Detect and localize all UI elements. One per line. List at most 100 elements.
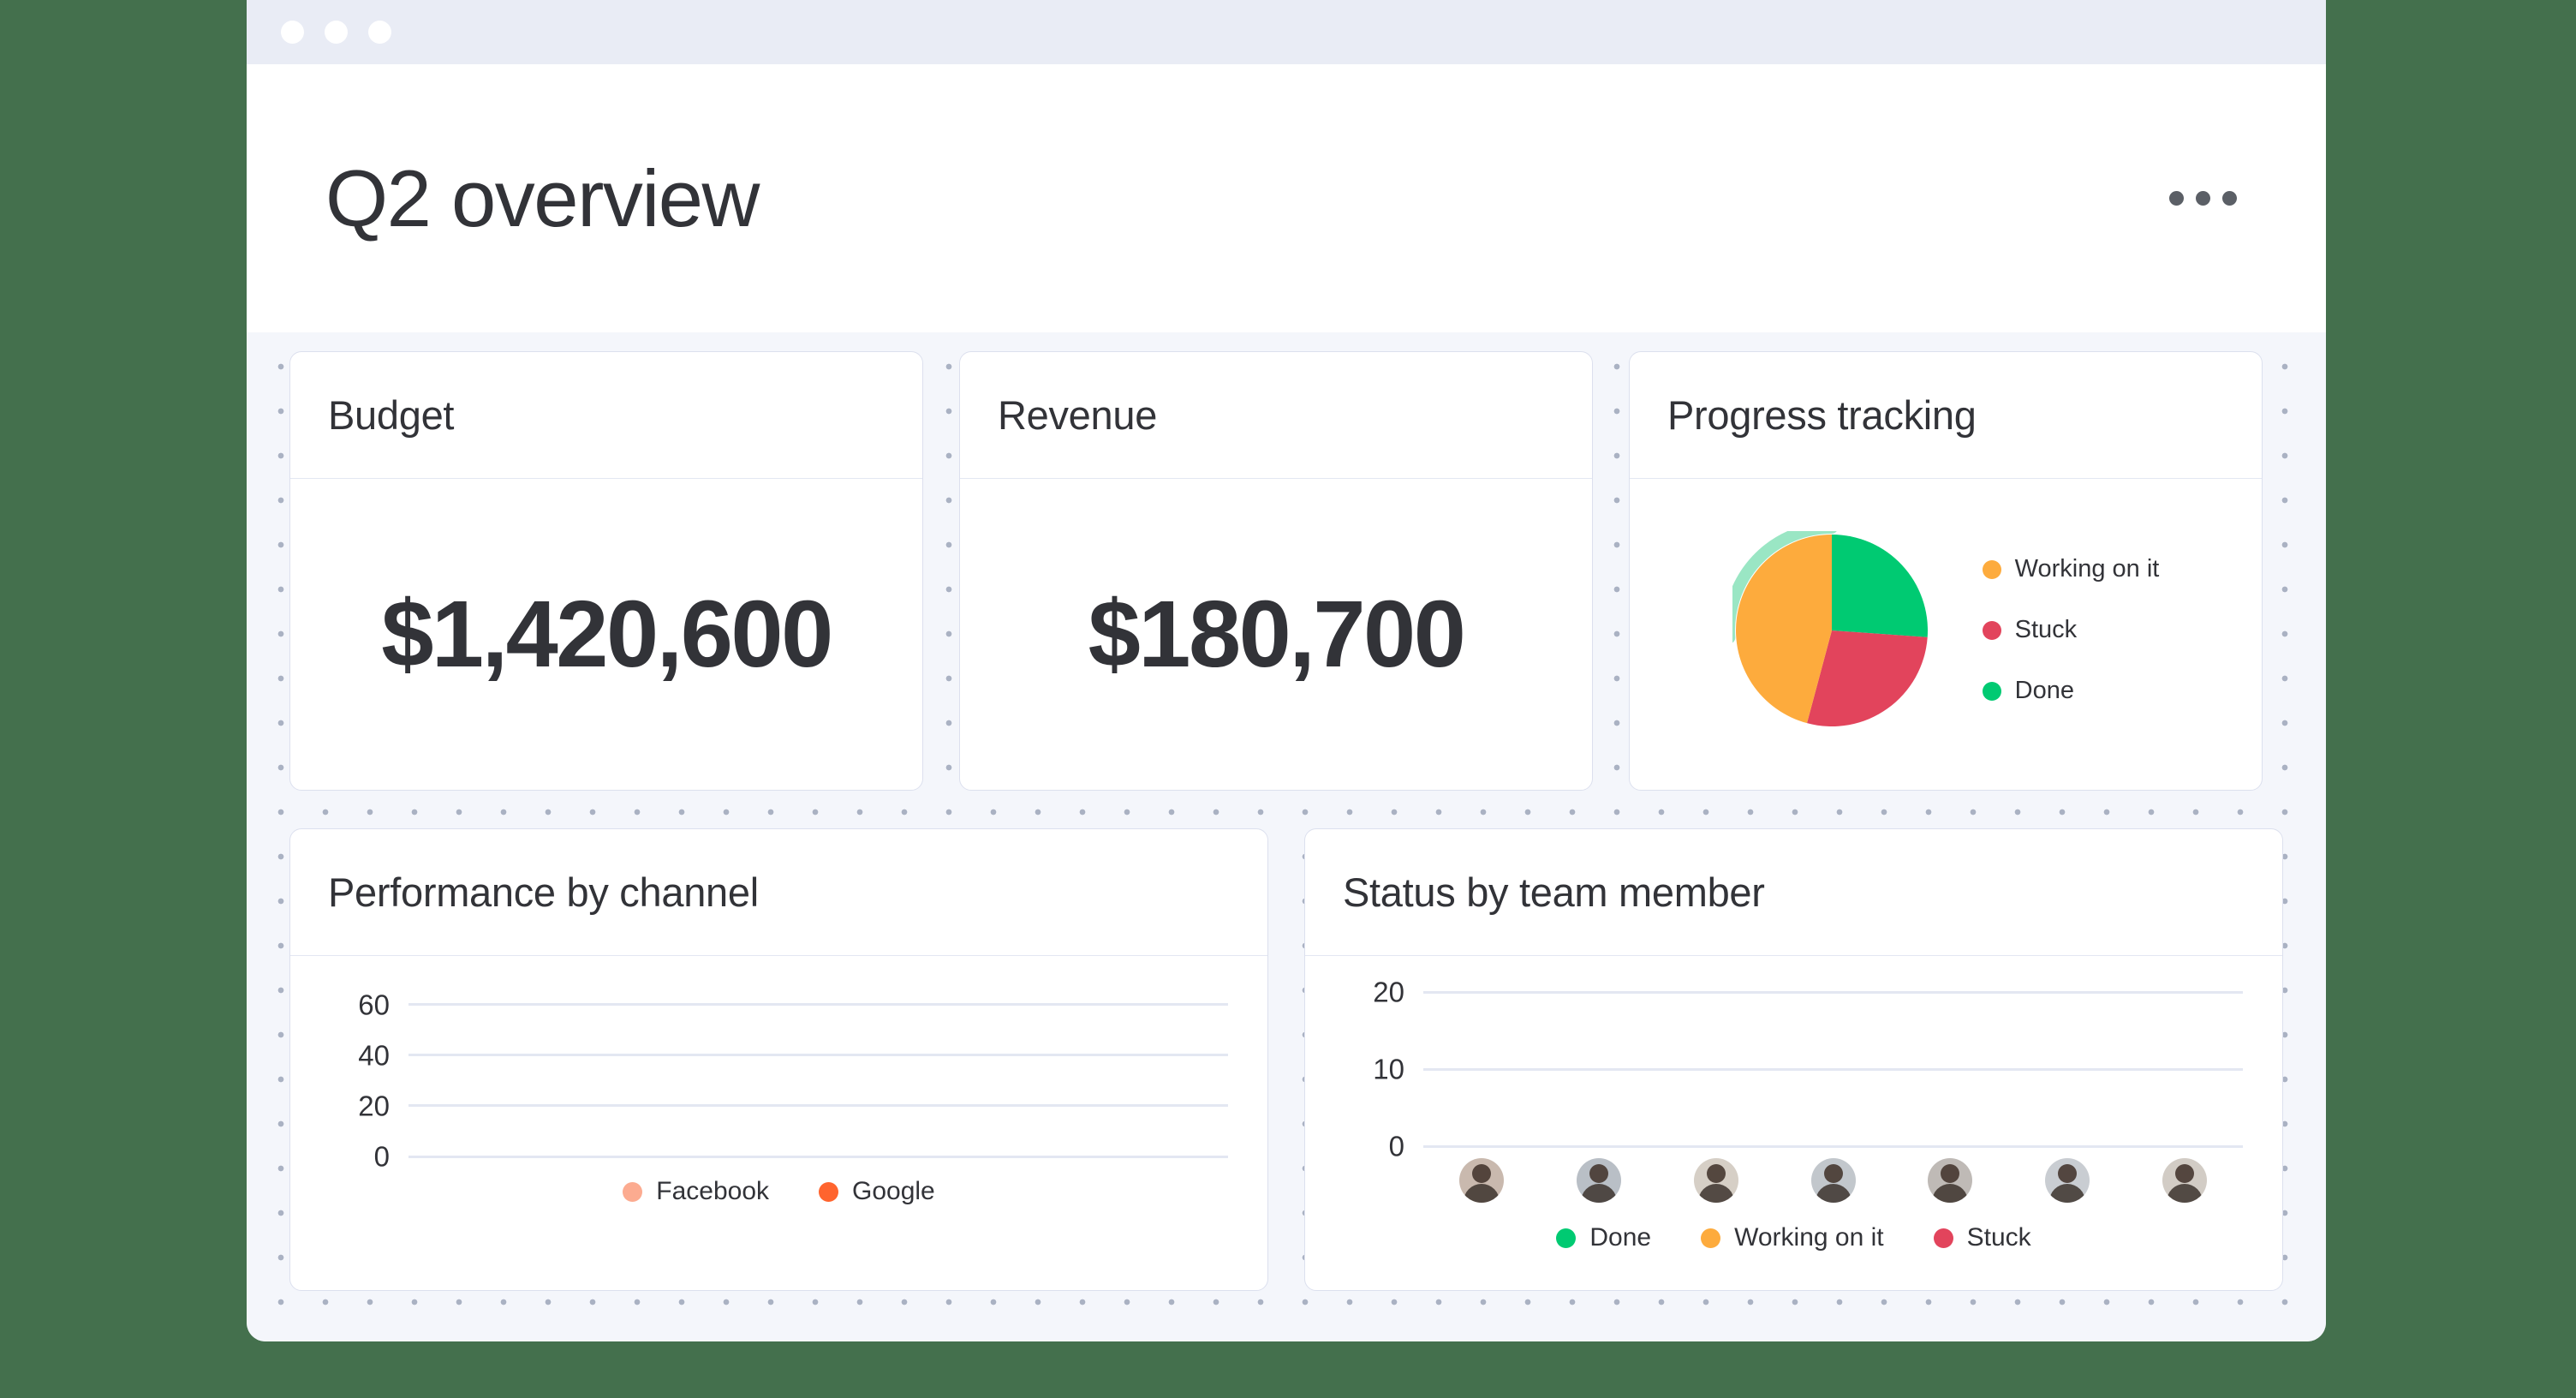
bar-slot <box>1657 992 1774 1146</box>
widget-budget-header: Budget <box>290 352 922 479</box>
y-tick-label: 20 <box>358 1091 390 1120</box>
legend-swatch-done <box>1983 682 2001 701</box>
performance-bars <box>408 992 1228 1156</box>
widget-status-by-team-member[interactable]: Status by team member 01020 <box>1304 828 2283 1291</box>
widget-row-bottom: Performance by channel 0 20 40 60 Facebook <box>289 828 2283 1291</box>
kebab-dot <box>2222 191 2237 206</box>
avatar-slot <box>1774 1158 1892 1203</box>
y-tick-label: 0 <box>1389 1132 1404 1161</box>
bar-slot <box>2009 992 2126 1146</box>
legend-item-working-on-it[interactable]: Working on it <box>1701 1223 1884 1252</box>
avatar[interactable] <box>1694 1158 1738 1203</box>
status-plot: 01020 <box>1345 992 2243 1146</box>
bar-slot <box>1541 992 1658 1146</box>
widget-row-top: Budget $1,420,600 Revenue $180,700 Progr… <box>289 351 2283 791</box>
widget-revenue[interactable]: Revenue $180,700 <box>959 351 1593 791</box>
legend-label-done: Done <box>2015 677 2074 705</box>
bar-slot <box>1774 992 1892 1146</box>
status-y-axis: 01020 <box>1345 992 1423 1146</box>
y-tick-label: 20 <box>1373 978 1404 1007</box>
widget-progress-header: Progress tracking <box>1630 352 2262 479</box>
legend-item-google[interactable]: Google <box>819 1177 935 1206</box>
bar-slot <box>2126 992 2243 1146</box>
bar-slot <box>408 992 613 1156</box>
avatar[interactable] <box>2162 1158 2207 1203</box>
legend-swatch-working-on-it <box>1983 560 2001 579</box>
window-titlebar <box>247 0 2326 64</box>
bar-slot <box>1423 992 1541 1146</box>
legend-label-working-on-it: Working on it <box>1734 1223 1884 1252</box>
legend-label-working-on-it: Working on it <box>2015 555 2160 583</box>
performance-plot-area <box>408 992 1228 1156</box>
bar-slot <box>1892 992 2009 1146</box>
avatar[interactable] <box>1811 1158 1856 1203</box>
status-bars <box>1423 992 2243 1146</box>
close-icon[interactable] <box>281 21 304 44</box>
widget-performance-body: 0 20 40 60 Facebook Google <box>290 956 1267 1290</box>
legend-item-stuck[interactable]: Stuck <box>1983 616 2160 644</box>
legend-swatch-stuck <box>1934 1228 1953 1248</box>
bar-slot <box>613 992 818 1156</box>
avatar[interactable] <box>2045 1158 2090 1203</box>
pie-chart[interactable] <box>1732 531 1931 730</box>
page-title: Q2 overview <box>325 158 759 239</box>
widget-status-title: Status by team member <box>1343 869 1765 916</box>
more-options-icon[interactable] <box>2157 179 2249 218</box>
widget-budget-title: Budget <box>328 391 454 439</box>
pie-legend: Working on it Stuck Done <box>1983 555 2160 705</box>
bar-slot <box>819 992 1023 1156</box>
avatar-slot <box>1657 1158 1774 1203</box>
legend-label-done: Done <box>1589 1223 1651 1252</box>
widget-revenue-header: Revenue <box>960 352 1592 479</box>
avatar[interactable] <box>1459 1158 1504 1203</box>
y-tick-label: 0 <box>374 1143 390 1171</box>
widget-progress-title: Progress tracking <box>1667 391 1977 439</box>
budget-value: $1,420,600 <box>381 580 832 689</box>
legend-swatch-done <box>1556 1228 1576 1248</box>
legend-swatch-facebook <box>623 1182 642 1202</box>
pie-slice-done[interactable] <box>1832 535 1928 637</box>
avatar-slot <box>2009 1158 2126 1203</box>
y-tick-label: 40 <box>358 1041 390 1069</box>
minimize-icon[interactable] <box>325 21 348 44</box>
revenue-value: $180,700 <box>1088 580 1464 689</box>
widget-performance-title: Performance by channel <box>328 869 759 916</box>
widget-revenue-body: $180,700 <box>960 479 1592 790</box>
maximize-icon[interactable] <box>368 21 391 44</box>
performance-y-axis: 0204060 <box>330 992 408 1156</box>
status-avatar-row <box>1423 1158 2243 1203</box>
legend-item-stuck[interactable]: Stuck <box>1934 1223 2031 1252</box>
avatar[interactable] <box>1577 1158 1621 1203</box>
legend-item-facebook[interactable]: Facebook <box>623 1177 769 1206</box>
performance-legend: Facebook Google <box>330 1177 1228 1206</box>
legend-swatch-stuck <box>1983 621 2001 640</box>
widget-status-header: Status by team member <box>1305 829 2282 956</box>
dashboard-board: Budget $1,420,600 Revenue $180,700 Progr… <box>247 332 2326 1341</box>
y-tick-label: 10 <box>1373 1055 1404 1084</box>
status-plot-area <box>1423 992 2243 1146</box>
widget-status-body: 01020 Done Wor <box>1305 956 2282 1290</box>
legend-item-done[interactable]: Done <box>1556 1223 1651 1252</box>
y-tick-label: 60 <box>358 990 390 1019</box>
avatar-slot <box>2126 1158 2243 1203</box>
widget-budget[interactable]: Budget $1,420,600 <box>289 351 923 791</box>
widget-budget-body: $1,420,600 <box>290 479 922 790</box>
legend-item-done[interactable]: Done <box>1983 677 2160 705</box>
legend-swatch-google <box>819 1182 838 1202</box>
avatar-slot <box>1423 1158 1541 1203</box>
legend-label-facebook: Facebook <box>656 1177 769 1206</box>
widget-revenue-title: Revenue <box>998 391 1157 439</box>
legend-label-stuck: Stuck <box>2015 616 2078 644</box>
legend-label-stuck: Stuck <box>1967 1223 2031 1252</box>
dashboard-header: Q2 overview <box>247 64 2326 332</box>
avatar-slot <box>1541 1158 1658 1203</box>
widget-progress-tracking[interactable]: Progress tracking Working on it <box>1629 351 2263 791</box>
avatar[interactable] <box>1928 1158 1972 1203</box>
performance-plot: 0204060 <box>330 992 1228 1156</box>
legend-item-working-on-it[interactable]: Working on it <box>1983 555 2160 583</box>
browser-window: Q2 overview Budget $1,420,600 Revenu <box>247 0 2326 1341</box>
status-legend: Done Working on it Stuck <box>1345 1223 2243 1252</box>
widget-performance-by-channel[interactable]: Performance by channel 0 20 40 60 Facebook <box>289 828 1268 1291</box>
pie-chart-svg <box>1732 531 1931 730</box>
kebab-dot <box>2196 191 2210 206</box>
